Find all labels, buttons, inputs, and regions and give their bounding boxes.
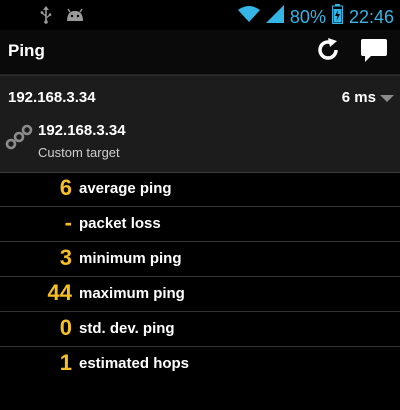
wifi-icon [237, 5, 260, 29]
target-type: Custom target [38, 145, 120, 160]
dropdown-caret-icon[interactable] [380, 95, 394, 102]
target-host: 192.168.3.34 [8, 89, 96, 106]
android-debug-icon [66, 8, 84, 27]
stat-row-estimated-hops: 1 estimated hops [0, 347, 400, 381]
stat-row-minimum-ping: 3 minimum ping [0, 242, 400, 277]
stat-label: average ping [79, 180, 172, 197]
system-indicators: 80% 22:46 [237, 4, 394, 30]
signal-icon [265, 5, 284, 29]
stat-row-packet-loss: - packet loss [0, 207, 400, 242]
link-icon [5, 123, 33, 151]
comment-button[interactable] [358, 37, 390, 67]
stat-value: 3 [59, 245, 72, 270]
refresh-icon [315, 37, 341, 68]
stat-label: std. dev. ping [79, 320, 175, 337]
target-address: 192.168.3.34 [38, 122, 126, 139]
battery-icon [331, 4, 343, 30]
target-selector[interactable]: 192.168.3.34 6 ms 192.168.3.34 Custom ta… [0, 75, 400, 173]
notification-icons [40, 6, 84, 29]
stat-row-std-dev-ping: 0 std. dev. ping [0, 312, 400, 347]
action-bar: Ping [0, 30, 400, 75]
ping-stats-list: 6 average ping - packet loss 3 minimum p… [0, 172, 400, 381]
stat-value: 0 [59, 315, 72, 340]
stat-label: packet loss [79, 215, 161, 232]
stat-row-average-ping: 6 average ping [0, 172, 400, 207]
stat-value: - [64, 210, 72, 235]
page-title: Ping [8, 41, 45, 60]
stat-value: 44 [47, 280, 72, 305]
stat-value: 6 [59, 175, 72, 200]
stat-row-maximum-ping: 44 maximum ping [0, 277, 400, 312]
refresh-button[interactable] [312, 37, 344, 67]
clock: 22:46 [348, 6, 394, 27]
latency-value: 6 ms [341, 89, 376, 106]
status-bar: 80% 22:46 [0, 0, 400, 30]
battery-percent: 80% [289, 6, 326, 27]
comment-icon [360, 37, 388, 68]
stat-label: estimated hops [79, 355, 190, 372]
stat-label: minimum ping [79, 250, 182, 267]
stat-label: maximum ping [79, 285, 185, 302]
usb-icon [40, 6, 52, 29]
stat-value: 1 [59, 350, 72, 375]
